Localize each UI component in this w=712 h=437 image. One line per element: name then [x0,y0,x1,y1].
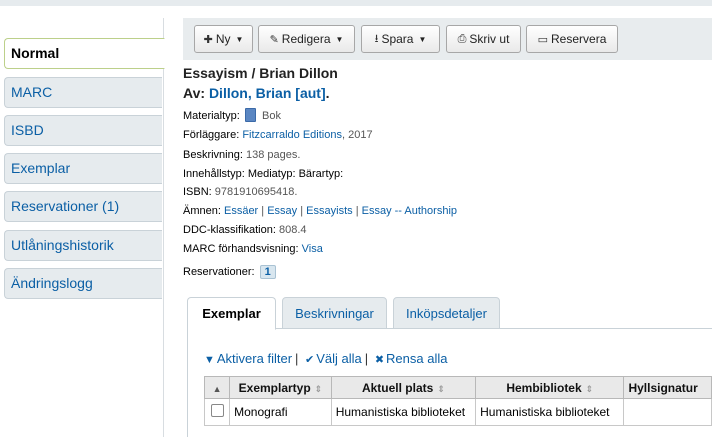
subject-link[interactable]: Essayists [306,205,352,217]
sidebar-item-reservationer[interactable]: Reservationer (1) [4,191,162,222]
isbn-row: ISBN: 9781910695418. [183,186,297,198]
book-icon [244,108,256,122]
publisher-row: Förläggare: Fitzcarraldo Editions, 2017 [183,129,373,141]
description-value: 138 pages. [245,149,301,161]
tab-exemplar[interactable]: Exemplar [187,297,276,330]
publisher-label: Förläggare: [183,129,240,141]
toolbar: ✚ Ny ▼ ✎ Redigera ▼ ⭳ Spara ▼ ⎙ Skriv ut… [183,18,712,60]
row-checkbox[interactable] [210,404,224,417]
print-button[interactable]: ⎙ Skriv ut [446,25,521,53]
cell-aktuell-plats: Humanistiska biblioteket [330,398,477,426]
pencil-icon: ✎ [269,33,279,46]
ddc-row: DDC-klassifikation: 808.4 [183,224,307,236]
material-type-label: Materialtyp: [183,110,240,122]
record-view-sidebar: Normal MARC ISBD Exemplar Reservationer … [0,18,165,437]
author-prefix: Av: [183,85,209,101]
caret-down-icon: ▼ [235,34,244,44]
material-type-row: Materialtyp: Bok [183,108,281,122]
sidebar-item-marc[interactable]: MARC [4,77,162,108]
ddc-label: DDC-klassifikation: [183,224,276,236]
table-row: Monografi Humanistiska biblioteket Human… [203,398,712,426]
holdings-tabs: Exemplar Beskrivningar Inköpsdetaljer [187,297,712,330]
table-header-row: ▲ Exemplartyp ⇕ Aktuell plats ⇕ Hembibliot… [203,376,712,399]
cell-hyllsignatur [623,398,712,426]
author-link[interactable]: Dillon, Brian [aut] [209,85,326,101]
marc-preview-row: MARC förhandsvisning: Visa [183,243,323,255]
check-icon: ✔ [305,354,315,366]
column-header-hyllsignatur[interactable]: Hyllsignatur [623,376,712,399]
sidebar-item-normal[interactable]: Normal [4,38,165,69]
subjects-label: Ämnen: [183,205,221,217]
row-select-cell [203,398,231,426]
subjects-row: Ämnen: Essäer | Essay | Essayists | Essa… [183,205,457,217]
save-button[interactable]: ⭳ Spara ▼ [361,25,440,53]
reserve-button[interactable]: ▭ Reservera [526,25,618,53]
table-controls: ▼ Aktivera filter | ✔ Välj alla | ✖ Rensa all… [204,351,448,366]
description-label: Beskrivning: [183,149,243,161]
cell-hembibliotek: Humanistiska biblioteket [475,398,625,426]
sidebar-item-exemplar[interactable]: Exemplar [4,153,162,184]
publisher-link[interactable]: Fitzcarraldo Editions [242,129,342,141]
tab-inkopsdetaljer[interactable]: Inköpsdetaljer [393,297,500,329]
material-type-value: Bok [261,110,281,122]
sort-up-icon: ▲ [212,383,222,394]
sort-icon: ⇕ [437,383,445,394]
marc-preview-label: MARC förhandsvisning: [183,243,299,255]
subject-link[interactable]: Essay -- Authorship [362,205,457,217]
subject-link[interactable]: Essäer [224,205,258,217]
caret-down-icon: ▼ [418,34,427,44]
sort-icon: ⇕ [314,383,323,394]
column-header-aktuell-plats[interactable]: Aktuell plats ⇕ [330,376,477,399]
record-author-line: Av: Dillon, Brian [aut]. [183,85,330,101]
column-header-hembibliotek[interactable]: Hembibliotek ⇕ [475,376,625,399]
author-suffix: . [325,85,330,101]
plus-icon: ✚ [203,33,213,46]
holdings-table: ▲ Exemplartyp ⇕ Aktuell plats ⇕ Hembibliot… [203,376,712,426]
sidebar-item-utlaningshistorik[interactable]: Utlåningshistorik [4,230,162,261]
column-header-exemplartyp[interactable]: Exemplartyp ⇕ [229,376,332,399]
reserve-label: Reservera [551,32,607,46]
sidebar-item-isbd[interactable]: ISBD [4,115,162,146]
bookmark-icon: ▭ [537,33,549,46]
sort-icon: ⇕ [585,383,594,394]
select-column-header[interactable]: ▲ [203,376,231,399]
holds-label: Reservationer: [183,266,255,278]
select-all-link[interactable]: Välj alla [316,351,362,366]
isbn-value: 9781910695418. [214,186,298,198]
new-label: Ny [215,32,231,46]
top-band [0,0,712,6]
content-type-label: Innehållstyp: Mediatyp: Bärartyp: [183,168,344,180]
isbn-label: ISBN: [183,186,212,198]
tab-beskrivningar[interactable]: Beskrivningar [282,297,387,329]
description-row: Beskrivning: 138 pages. [183,149,300,161]
clear-all-link[interactable]: Rensa alla [386,351,447,366]
filter-icon: ▼ [204,354,215,366]
publisher-year: , 2017 [341,129,373,141]
edit-button[interactable]: ✎ Redigera ▼ [258,25,355,53]
caret-down-icon: ▼ [335,34,344,44]
print-label: Skriv ut [469,32,510,46]
record-title: Essayism / Brian Dillon [183,65,338,81]
activate-filter-link[interactable]: Aktivera filter [217,351,292,366]
print-icon: ⎙ [457,32,467,45]
subject-link[interactable]: Essay [267,205,297,217]
edit-label: Redigera [281,32,331,46]
sidebar-item-andringslogg[interactable]: Ändringslogg [4,268,162,299]
holds-count-badge[interactable]: 1 [259,265,276,279]
download-icon: ⭳ [374,32,379,45]
marc-preview-link[interactable]: Visa [302,243,323,255]
cell-exemplartyp: Monografi [229,398,332,426]
holds-row: Reservationer: 1 [183,265,276,279]
content-type-row: Innehållstyp: Mediatyp: Bärartyp: [183,168,343,180]
close-icon: ✖ [374,354,385,366]
save-label: Spara [381,32,414,46]
new-button[interactable]: ✚ Ny ▼ [194,25,253,53]
ddc-value: 808.4 [278,224,307,236]
